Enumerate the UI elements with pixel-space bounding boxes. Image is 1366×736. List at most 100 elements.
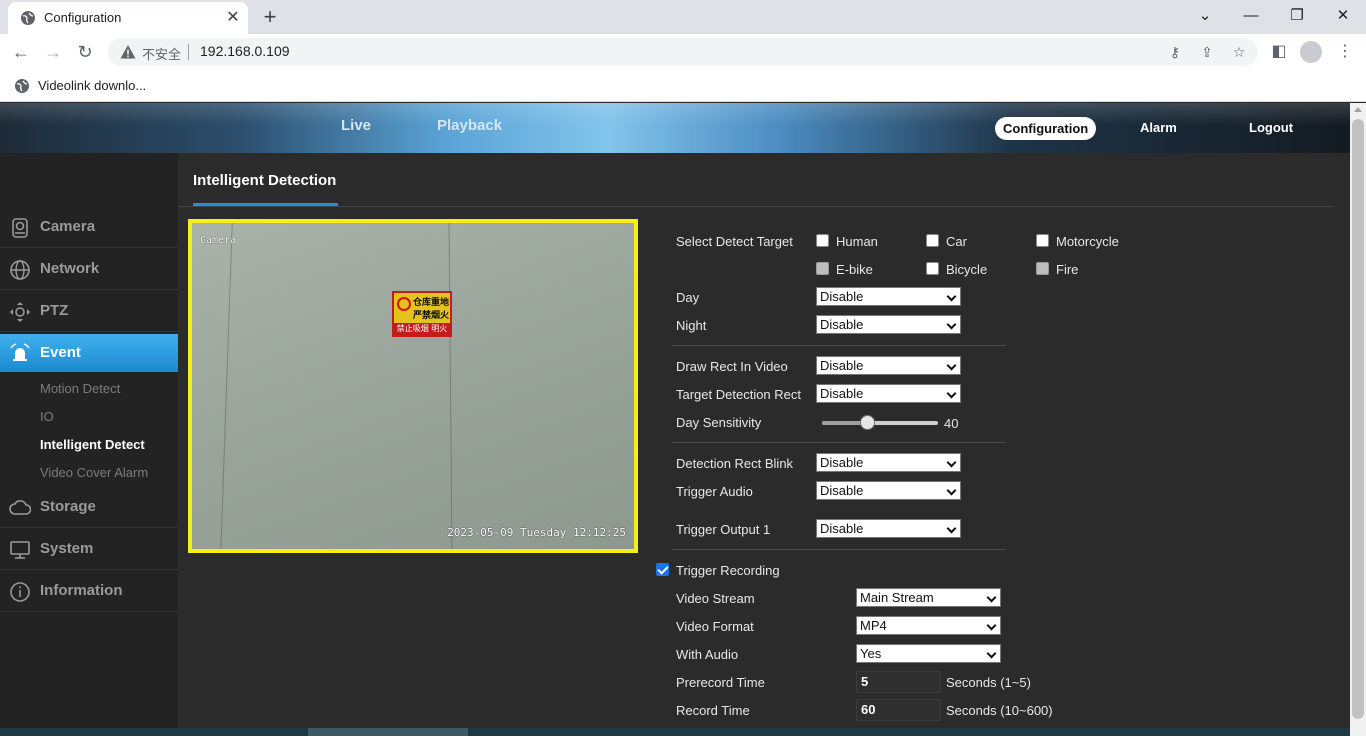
trigger-audio-select[interactable]: Disable: [816, 481, 961, 500]
osd-timestamp: 2023-05-09 Tuesday 12:12:25: [447, 526, 626, 539]
section-divider: [672, 549, 1006, 550]
checkbox-human[interactable]: [816, 234, 829, 247]
subnav-motion-detect[interactable]: Motion Detect: [40, 381, 120, 396]
target-rect-select[interactable]: Disable: [816, 384, 961, 403]
target-rect-label: Target Detection Rect: [676, 387, 802, 402]
sidebar-item-ptz[interactable]: PTZ: [0, 290, 178, 332]
horizontal-scrollbar-thumb[interactable]: [308, 728, 468, 736]
url-text[interactable]: 192.168.0.109: [200, 43, 290, 59]
subnav-io[interactable]: IO: [40, 409, 54, 424]
not-secure-label[interactable]: 不安全: [142, 44, 181, 63]
record-time-input[interactable]: 60: [856, 699, 941, 721]
draw-rect-label: Draw Rect In Video: [676, 359, 788, 374]
video-format-select[interactable]: MP4: [856, 616, 1001, 635]
trigger-recording-label: Trigger Recording: [676, 563, 780, 578]
sensitivity-value: 40: [944, 416, 959, 431]
video-frame: [192, 223, 634, 549]
night-label: Night: [676, 318, 707, 333]
sidebar-item-information[interactable]: Information: [0, 570, 178, 612]
main-content: Intelligent Detection Camera 仓库重地 严禁烟火 禁…: [178, 153, 1334, 736]
prerecord-input[interactable]: 5: [856, 671, 941, 693]
new-tab-button[interactable]: +: [258, 4, 282, 30]
globe-icon: [21, 11, 35, 25]
sensitivity-slider-thumb[interactable]: [860, 415, 875, 430]
forward-button[interactable]: →: [40, 39, 66, 65]
info-icon: [10, 582, 30, 602]
subnav-video-cover-alarm[interactable]: Video Cover Alarm: [40, 465, 148, 480]
nav-logout[interactable]: Logout: [1249, 120, 1293, 135]
close-window-button[interactable]: ✕: [1328, 4, 1358, 28]
sidebar-item-storage[interactable]: Storage: [0, 486, 178, 528]
night-select[interactable]: Disable: [816, 315, 961, 334]
sign-text: 禁止吸烟 明火: [394, 323, 450, 335]
minimize-button[interactable]: —: [1236, 4, 1266, 28]
storage-icon: [9, 500, 31, 515]
star-icon[interactable]: ☆: [1230, 43, 1248, 61]
nav-live[interactable]: Live: [341, 117, 371, 134]
nav-playback[interactable]: Playback: [437, 117, 502, 134]
checkbox-label: Motorcycle: [1056, 234, 1119, 249]
day-select[interactable]: Disable: [816, 287, 961, 306]
sidebar-item-label: Camera: [40, 218, 96, 235]
browser-toolbar: ← → ↻ 不安全 192.168.0.109 ⚷ ⇪ ☆ ◧ ⋮: [0, 34, 1366, 70]
video-format-label: Video Format: [676, 619, 754, 634]
sidebar-item-label: Storage: [40, 498, 96, 515]
checkbox-car[interactable]: [926, 234, 939, 247]
globe-icon: [10, 260, 30, 280]
checkbox-fire: [1036, 262, 1049, 275]
menu-icon[interactable]: ⋮: [1332, 39, 1358, 65]
globe-icon: [15, 79, 29, 93]
draw-rect-select[interactable]: Disable: [816, 356, 961, 375]
camera-icon: [12, 218, 28, 238]
checkbox-label: E-bike: [836, 262, 873, 277]
nav-alarm[interactable]: Alarm: [1140, 120, 1177, 135]
nav-configuration[interactable]: Configuration: [995, 117, 1097, 140]
tab-search-icon[interactable]: ⌄: [1190, 4, 1220, 28]
horizontal-scrollbar[interactable]: [0, 728, 1350, 736]
browser-tab[interactable]: Configuration ✕: [8, 2, 248, 34]
scrollbar-thumb[interactable]: [1352, 119, 1364, 719]
checkbox-label: Fire: [1056, 262, 1079, 277]
sign-text: 严禁烟火: [413, 311, 450, 321]
with-audio-label: With Audio: [676, 647, 739, 662]
trigger-output-select[interactable]: Disable: [816, 519, 961, 538]
share-icon[interactable]: ⇪: [1198, 43, 1216, 61]
scroll-up-icon[interactable]: [1354, 107, 1362, 112]
checkbox-label: Bicycle: [946, 262, 988, 277]
sidebar: Camera Network PTZ Event Motion Detect I…: [0, 153, 187, 736]
tab-intelligent-detection[interactable]: Intelligent Detection: [193, 172, 336, 189]
profile-avatar-icon[interactable]: [1300, 41, 1322, 63]
reload-button[interactable]: ↻: [72, 39, 98, 65]
tab-close-icon[interactable]: ✕: [222, 7, 244, 29]
back-button[interactable]: ←: [8, 39, 34, 65]
sidebar-item-network[interactable]: Network: [0, 248, 178, 290]
address-bar[interactable]: 不安全 192.168.0.109 ⚷ ⇪ ☆: [108, 38, 1258, 66]
osd-camera-title: Camera: [200, 235, 237, 246]
browser-tabstrip: Configuration ✕ + ⌄ — ❐ ✕: [0, 0, 1366, 34]
checkbox-bicycle[interactable]: [926, 262, 939, 275]
sidebar-item-camera[interactable]: Camera: [0, 206, 178, 248]
side-panel-icon[interactable]: ◧: [1266, 39, 1292, 65]
bookmark-videolink[interactable]: Videolink downlo...: [38, 78, 146, 93]
record-time-unit: Seconds (10~600): [946, 703, 1053, 718]
rect-blink-select[interactable]: Disable: [816, 453, 961, 472]
subnav-intelligent-detect[interactable]: Intelligent Detect: [40, 437, 145, 452]
video-stream-label: Video Stream: [676, 591, 755, 606]
key-icon[interactable]: ⚷: [1166, 43, 1184, 61]
checkbox-trigger-recording[interactable]: [656, 563, 669, 576]
video-stream-select[interactable]: Main Stream: [856, 588, 1001, 607]
restore-button[interactable]: ❐: [1282, 4, 1312, 28]
detect-target-label: Select Detect Target: [676, 234, 793, 249]
sidebar-item-event[interactable]: Event: [0, 334, 188, 372]
warning-sign: 仓库重地 严禁烟火 禁止吸烟 明火: [392, 291, 452, 337]
trigger-audio-label: Trigger Audio: [676, 484, 753, 499]
with-audio-select[interactable]: Yes: [856, 644, 1001, 663]
ptz-icon: [10, 302, 30, 322]
checkbox-e-bike: [816, 262, 829, 275]
page-scrollbar[interactable]: [1350, 103, 1366, 736]
sidebar-item-system[interactable]: System: [0, 528, 178, 570]
video-preview[interactable]: Camera 仓库重地 严禁烟火 禁止吸烟 明火 2023-05-09 Tues…: [188, 219, 638, 553]
checkbox-motorcycle[interactable]: [1036, 234, 1049, 247]
prerecord-unit: Seconds (1~5): [946, 675, 1031, 690]
sign-text: 仓库重地: [413, 298, 450, 308]
